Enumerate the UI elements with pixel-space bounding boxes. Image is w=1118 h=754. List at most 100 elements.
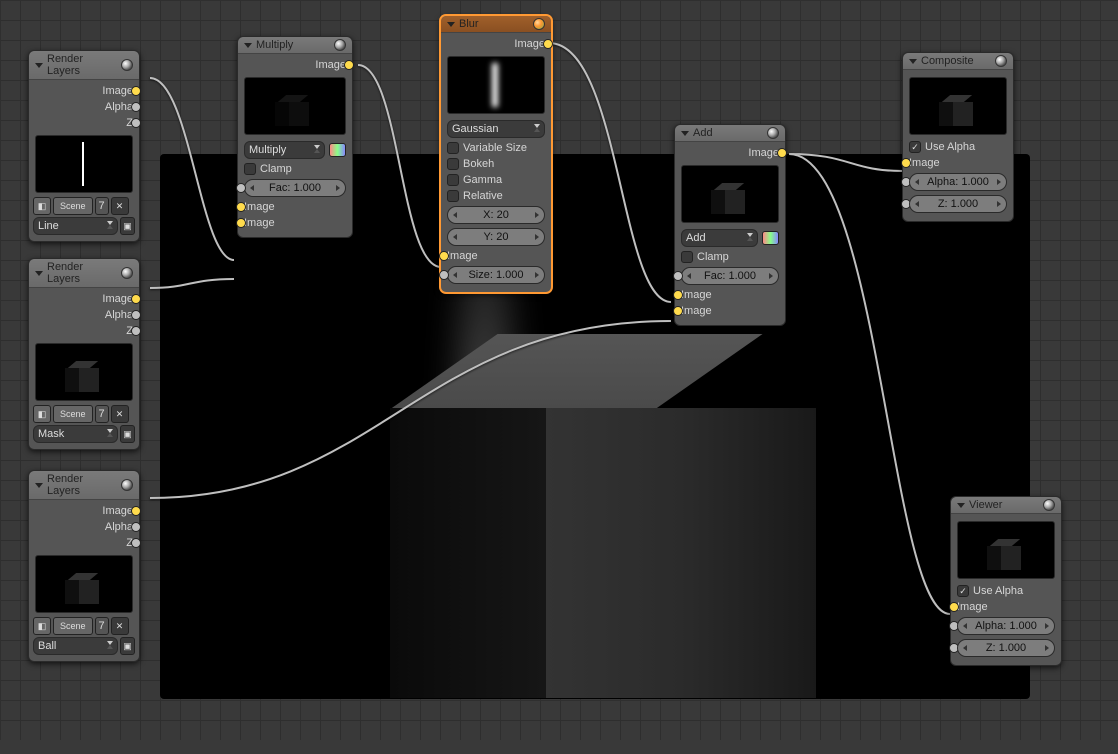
- collapse-icon[interactable]: [35, 63, 43, 68]
- socket-alpha-out[interactable]: [131, 522, 141, 532]
- collapse-icon[interactable]: [447, 22, 455, 27]
- layer-select[interactable]: Mask: [33, 425, 118, 443]
- node-blur[interactable]: Blur Image Gaussian Variable Size Bokeh …: [440, 15, 552, 293]
- layer-select[interactable]: Line: [33, 217, 118, 235]
- socket-image-out[interactable]: [131, 506, 141, 516]
- in-image-label: Image: [957, 601, 988, 613]
- node-render-layers-mask[interactable]: Render Layers Image Alpha Z ◧ Scene 7 ✕ …: [28, 258, 140, 450]
- clamp-checkbox[interactable]: [244, 163, 256, 175]
- scene-icon[interactable]: ◧: [33, 197, 51, 215]
- preview-toggle-icon[interactable]: [334, 39, 346, 51]
- scene-icon[interactable]: ◧: [33, 617, 51, 635]
- unlink-icon[interactable]: ✕: [111, 405, 129, 423]
- unlink-icon[interactable]: ✕: [111, 617, 129, 635]
- collapse-icon[interactable]: [957, 503, 965, 508]
- node-render-layers-line[interactable]: Render Layers Image Alpha Z ◧ Scene 7 ✕ …: [28, 50, 140, 242]
- bokeh-checkbox[interactable]: [447, 158, 459, 170]
- render-single-icon[interactable]: ▣: [120, 637, 135, 655]
- socket-alpha-out[interactable]: [131, 102, 141, 112]
- socket-image-in[interactable]: [901, 158, 911, 168]
- clamp-label: Clamp: [260, 163, 292, 175]
- socket-image-out[interactable]: [543, 39, 553, 49]
- blend-mode-select[interactable]: Multiply: [244, 141, 325, 159]
- preview-toggle-icon[interactable]: [533, 18, 545, 30]
- node-render-layers-ball[interactable]: Render Layers Image Alpha Z ◧ Scene 7 ✕ …: [28, 470, 140, 662]
- socket-image-out[interactable]: [131, 86, 141, 96]
- z-slider[interactable]: Z: 1.000: [957, 639, 1055, 657]
- socket-image1-in[interactable]: [236, 202, 246, 212]
- color-swatch-icon[interactable]: [329, 143, 346, 157]
- node-preview: [35, 135, 133, 193]
- gamma-checkbox[interactable]: [447, 174, 459, 186]
- render-result-cube: [390, 334, 820, 754]
- relative-checkbox[interactable]: [447, 190, 459, 202]
- scene-select[interactable]: Scene: [53, 197, 93, 215]
- preview-toggle-icon[interactable]: [121, 59, 133, 71]
- socket-z-out[interactable]: [131, 326, 141, 336]
- preview-toggle-icon[interactable]: [995, 55, 1007, 67]
- socket-image1-in[interactable]: [673, 290, 683, 300]
- users-count: 7: [95, 405, 109, 423]
- socket-image-out[interactable]: [344, 60, 354, 70]
- collapse-icon[interactable]: [909, 59, 917, 64]
- variable-size-label: Variable Size: [463, 142, 527, 154]
- socket-image2-in[interactable]: [236, 218, 246, 228]
- size-slider[interactable]: Size: 1.000: [447, 266, 545, 284]
- in-image1-label: Image: [681, 289, 712, 301]
- node-title: Add: [693, 127, 763, 139]
- socket-fac-in[interactable]: [673, 271, 683, 281]
- collapse-icon[interactable]: [35, 483, 43, 488]
- out-image-label: Image: [102, 85, 133, 97]
- node-title: Composite: [921, 55, 991, 67]
- scene-icon[interactable]: ◧: [33, 405, 51, 423]
- socket-image-out[interactable]: [131, 294, 141, 304]
- unlink-icon[interactable]: ✕: [111, 197, 129, 215]
- preview-toggle-icon[interactable]: [121, 267, 133, 279]
- socket-image-in[interactable]: [949, 602, 959, 612]
- out-alpha-label: Alpha: [105, 521, 133, 533]
- socket-size-in[interactable]: [439, 270, 449, 280]
- socket-image-out[interactable]: [777, 148, 787, 158]
- preview-toggle-icon[interactable]: [1043, 499, 1055, 511]
- z-slider[interactable]: Z: 1.000: [909, 195, 1007, 213]
- variable-size-checkbox[interactable]: [447, 142, 459, 154]
- node-title: Viewer: [969, 499, 1039, 511]
- scene-select[interactable]: Scene: [53, 405, 93, 423]
- use-alpha-checkbox[interactable]: [957, 585, 969, 597]
- clamp-checkbox[interactable]: [681, 251, 693, 263]
- preview-toggle-icon[interactable]: [767, 127, 779, 139]
- node-preview: [681, 165, 779, 223]
- blend-mode-select[interactable]: Add: [681, 229, 758, 247]
- socket-image2-in[interactable]: [673, 306, 683, 316]
- node-mix-add[interactable]: Add Image Add Clamp Fac: 1.000 Image Ima…: [674, 124, 786, 326]
- fac-slider[interactable]: Fac: 1.000: [681, 267, 779, 285]
- render-single-icon[interactable]: ▣: [120, 425, 135, 443]
- socket-fac-in[interactable]: [236, 183, 246, 193]
- use-alpha-checkbox[interactable]: [909, 141, 921, 153]
- scene-select[interactable]: Scene: [53, 617, 93, 635]
- out-image-label: Image: [315, 59, 346, 71]
- alpha-slider[interactable]: Alpha: 1.000: [957, 617, 1055, 635]
- node-viewer[interactable]: Viewer Use Alpha Image Alpha: 1.000 Z: 1…: [950, 496, 1062, 666]
- fac-slider[interactable]: Fac: 1.000: [244, 179, 346, 197]
- node-title: Render Layers: [47, 473, 117, 497]
- color-swatch-icon[interactable]: [762, 231, 779, 245]
- socket-z-out[interactable]: [131, 538, 141, 548]
- collapse-icon[interactable]: [35, 271, 43, 276]
- in-image-label: Image: [447, 250, 478, 262]
- collapse-icon[interactable]: [681, 131, 689, 136]
- alpha-slider[interactable]: Alpha: 1.000: [909, 173, 1007, 191]
- collapse-icon[interactable]: [244, 43, 252, 48]
- blur-x-slider[interactable]: X: 20: [447, 206, 545, 224]
- node-composite[interactable]: Composite Use Alpha Image Alpha: 1.000 Z…: [902, 52, 1014, 222]
- node-mix-multiply[interactable]: Multiply Image Multiply Clamp Fac: 1.000…: [237, 36, 353, 238]
- layer-select[interactable]: Ball: [33, 637, 118, 655]
- blur-type-select[interactable]: Gaussian: [447, 120, 545, 138]
- node-preview: [244, 77, 346, 135]
- blur-y-slider[interactable]: Y: 20: [447, 228, 545, 246]
- render-single-icon[interactable]: ▣: [120, 217, 135, 235]
- socket-image-in[interactable]: [439, 251, 449, 261]
- socket-alpha-out[interactable]: [131, 310, 141, 320]
- socket-z-out[interactable]: [131, 118, 141, 128]
- preview-toggle-icon[interactable]: [121, 479, 133, 491]
